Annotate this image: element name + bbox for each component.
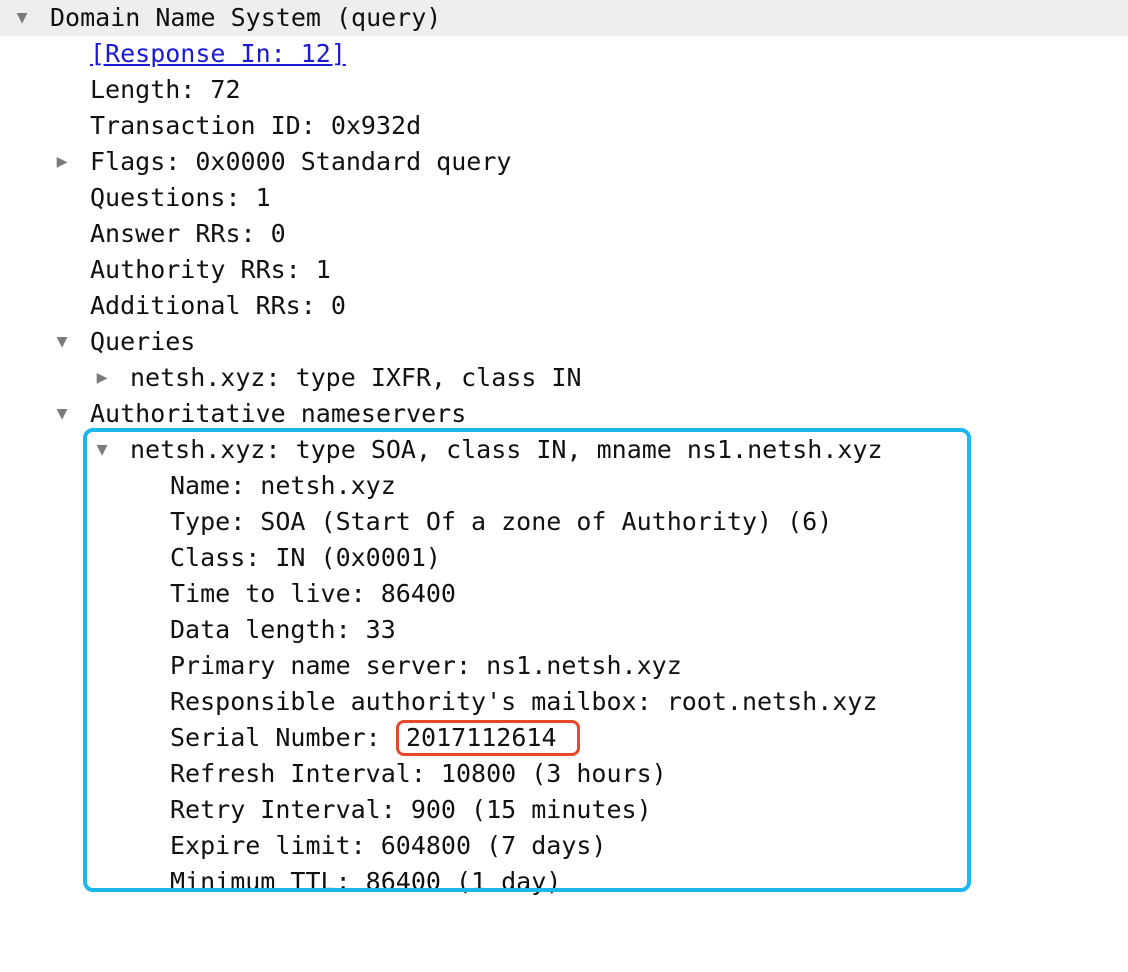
tree-item-additional-rrs[interactable]: Additional RRs: 0 — [0, 288, 346, 324]
tree-item-name[interactable]: Name: netsh.xyz — [0, 468, 396, 504]
tree-item-expire[interactable]: Expire limit: 604800 (7 days) — [0, 828, 607, 864]
tree-item-minimum-ttl[interactable]: Minimum TTL: 86400 (1 day) — [0, 864, 561, 900]
authority-rrs-label: Authority RRs: 1 — [90, 255, 331, 284]
additional-rrs-label: Additional RRs: 0 — [90, 291, 346, 320]
answer-rrs-label: Answer RRs: 0 — [90, 219, 286, 248]
tree-node-dns-label: Domain Name System (query) — [50, 3, 442, 32]
tree-item-refresh[interactable]: Refresh Interval: 10800 (3 hours) — [0, 756, 667, 792]
query-item-label: netsh.xyz: type IXFR, class IN — [130, 363, 582, 392]
tree-item-type[interactable]: Type: SOA (Start Of a zone of Authority)… — [0, 504, 832, 540]
collapsed-triangle-icon[interactable]: ▶ — [52, 144, 72, 180]
tree-node-authoritative[interactable]: ▼ Authoritative nameservers — [0, 396, 467, 432]
questions-label: Questions: 1 — [90, 183, 271, 212]
authoritative-label: Authoritative nameservers — [90, 399, 467, 428]
soa-record-highlight-box — [83, 428, 971, 892]
tree-node-query-item[interactable]: ▶ netsh.xyz: type IXFR, class IN — [0, 360, 582, 396]
tree-item-class[interactable]: Class: IN (0x0001) — [0, 540, 441, 576]
tree-node-soa-record[interactable]: ▼ netsh.xyz: type SOA, class IN, mname n… — [0, 432, 883, 468]
expanded-triangle-icon[interactable]: ▼ — [52, 324, 72, 360]
tree-node-queries[interactable]: ▼ Queries — [0, 324, 196, 360]
collapsed-triangle-icon[interactable]: ▶ — [92, 360, 112, 396]
packet-details-tree: ▼ Domain Name System (query) [Response I… — [0, 0, 1128, 904]
tree-item-transaction-id[interactable]: Transaction ID: 0x932d — [0, 108, 421, 144]
tree-item-ttl[interactable]: Time to live: 86400 — [0, 576, 456, 612]
tree-item-questions[interactable]: Questions: 1 — [0, 180, 271, 216]
tree-item-response-in[interactable]: [Response In: 12] — [0, 36, 346, 72]
tree-item-length[interactable]: Length: 72 — [0, 72, 241, 108]
tree-item-retry[interactable]: Retry Interval: 900 (15 minutes) — [0, 792, 652, 828]
tree-item-authority-rrs[interactable]: Authority RRs: 1 — [0, 252, 331, 288]
tree-item-primary-ns[interactable]: Primary name server: ns1.netsh.xyz — [0, 648, 682, 684]
transaction-id-label: Transaction ID: 0x932d — [90, 111, 422, 140]
tree-item-data-length[interactable]: Data length: 33 — [0, 612, 396, 648]
tree-node-flags[interactable]: ▶ Flags: 0x0000 Standard query — [0, 144, 512, 180]
tree-item-serial[interactable]: Serial Number: 2017112614 — [0, 720, 557, 756]
flags-label: Flags: 0x0000 Standard query — [90, 147, 512, 176]
queries-label: Queries — [90, 327, 196, 356]
serial-number-highlight-box — [396, 720, 580, 756]
expanded-triangle-icon[interactable]: ▼ — [52, 396, 72, 432]
response-in-link[interactable]: [Response In: 12] — [90, 36, 346, 72]
expanded-triangle-icon[interactable]: ▼ — [12, 0, 32, 36]
tree-item-mailbox[interactable]: Responsible authority's mailbox: root.ne… — [0, 684, 877, 720]
length-label: Length: 72 — [90, 75, 241, 104]
tree-node-dns[interactable]: ▼ Domain Name System (query) — [0, 0, 1128, 36]
tree-item-answer-rrs[interactable]: Answer RRs: 0 — [0, 216, 286, 252]
